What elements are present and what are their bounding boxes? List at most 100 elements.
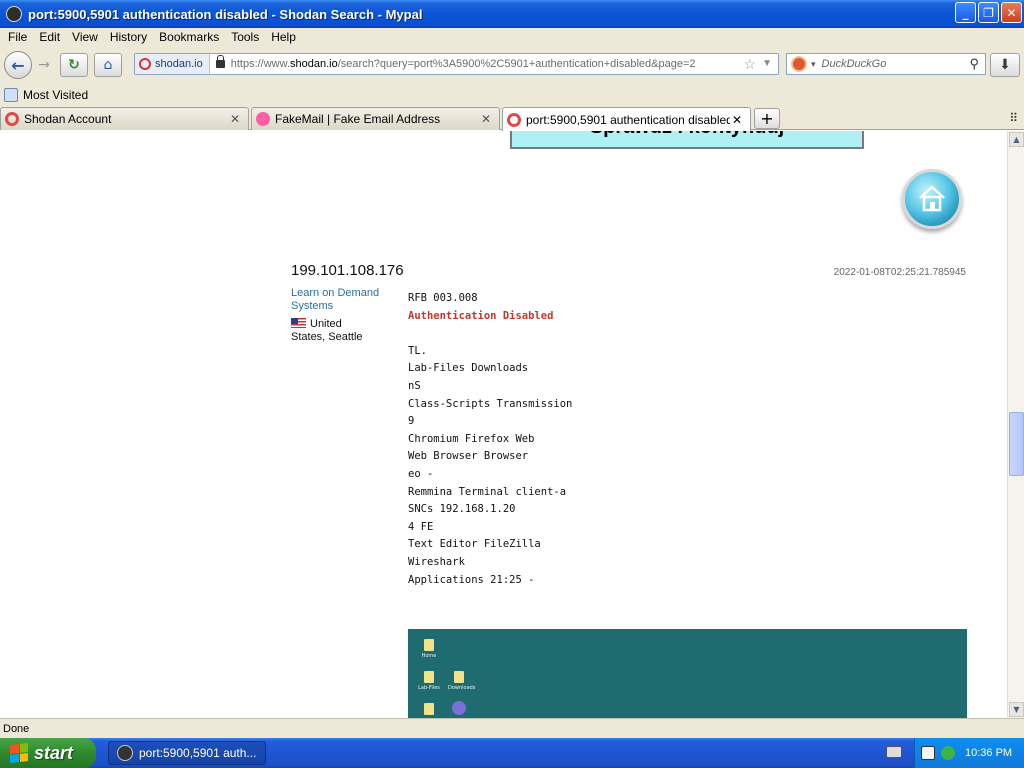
shodan-icon bbox=[5, 112, 19, 126]
tab-label: port:5900,5901 authentication disabled -… bbox=[526, 112, 730, 127]
shodan-icon bbox=[507, 112, 521, 127]
reload-icon: ↻ bbox=[68, 57, 80, 73]
browser-icon bbox=[452, 701, 466, 715]
most-visited-bookmark[interactable]: Most Visited bbox=[23, 88, 88, 102]
vertical-scrollbar[interactable]: ▲ ▼ bbox=[1007, 131, 1024, 718]
search-box[interactable]: ▾ DuckDuckGo ⚲ bbox=[786, 53, 986, 75]
ad-banner[interactable]: Sprawdź i kontynuuj bbox=[510, 131, 864, 149]
search-engine-dropdown-icon[interactable]: ▾ bbox=[811, 59, 816, 70]
menu-edit[interactable]: Edit bbox=[39, 30, 60, 44]
back-arrow-icon: ← bbox=[11, 55, 25, 75]
minimize-button[interactable]: _ bbox=[955, 2, 976, 23]
taskbar-item-mypal[interactable]: port:5900,5901 auth... bbox=[108, 741, 266, 765]
location-country-link[interactable]: United bbox=[310, 318, 342, 330]
tab-close-icon[interactable]: ✕ bbox=[228, 112, 242, 126]
result-ip-link[interactable]: 199.101.108.176 bbox=[291, 262, 404, 279]
us-flag-icon bbox=[291, 318, 306, 328]
title-bar: port:5900,5901 authentication disabled -… bbox=[0, 0, 1024, 28]
menu-file[interactable]: File bbox=[8, 30, 27, 44]
site-identity-button[interactable]: shodan.io bbox=[135, 54, 210, 74]
lock-icon bbox=[215, 55, 225, 68]
close-button[interactable]: ✕ bbox=[1001, 2, 1022, 23]
keyboard-icon[interactable] bbox=[886, 746, 902, 758]
tab-shodan-search[interactable]: port:5900,5901 authentication disabled -… bbox=[502, 107, 751, 131]
url-prefix: https://www. bbox=[230, 58, 291, 70]
window-controls: _ ❐ ✕ bbox=[955, 2, 1022, 23]
url-dropdown-icon[interactable]: ▼ bbox=[762, 58, 772, 69]
home-circle-icon[interactable] bbox=[902, 169, 962, 229]
banner-line: SNCs 192.168.1.20 bbox=[408, 503, 516, 516]
result-org-link[interactable]: Learn on Demand Systems bbox=[291, 287, 387, 313]
location-city-link[interactable]: States, Seattle bbox=[291, 331, 363, 343]
bookmark-star-icon[interactable]: ☆ bbox=[743, 56, 756, 73]
banner-line: eo - bbox=[408, 467, 434, 480]
tab-close-icon[interactable]: ✕ bbox=[730, 113, 744, 127]
url-text[interactable]: https://www.shodan.io/search?query=port%… bbox=[231, 58, 696, 70]
banner-line: Class-Scripts Transmission bbox=[408, 397, 573, 410]
system-tray: 10:36 PM bbox=[914, 738, 1024, 768]
taskbar-item-label: port:5900,5901 auth... bbox=[139, 746, 257, 760]
url-host: shodan.io bbox=[290, 58, 338, 70]
banner-line: 4 FE bbox=[408, 520, 434, 533]
tab-close-icon[interactable]: ✕ bbox=[479, 112, 493, 126]
tab-fakemail[interactable]: FakeMail | Fake Email Address ✕ bbox=[251, 107, 500, 130]
duckduckgo-icon[interactable] bbox=[791, 56, 807, 72]
tab-shodan-account[interactable]: Shodan Account ✕ bbox=[0, 107, 249, 130]
maximize-button[interactable]: ❐ bbox=[978, 2, 999, 23]
download-arrow-icon: ⬇ bbox=[999, 57, 1011, 73]
menu-bar: File Edit View History Bookmarks Tools H… bbox=[0, 28, 1024, 46]
url-path: /search?query=port%3A5900%2C5901+authent… bbox=[337, 58, 696, 70]
start-label: start bbox=[34, 742, 74, 763]
menu-bookmarks[interactable]: Bookmarks bbox=[159, 30, 219, 44]
desktop-icon-label: Downloads bbox=[448, 685, 476, 691]
search-placeholder: DuckDuckGo bbox=[821, 58, 887, 70]
banner-line: 9 bbox=[408, 415, 415, 428]
tab-label: Shodan Account bbox=[24, 112, 112, 126]
result-timestamp: 2022-01-08T02:25:21.785945 bbox=[833, 267, 966, 278]
list-all-tabs-icon[interactable]: ⠿ bbox=[1009, 111, 1018, 125]
bookmarks-toolbar: Most Visited bbox=[0, 84, 1024, 106]
menu-view[interactable]: View bbox=[72, 30, 98, 44]
result-location: United States, Seattle bbox=[291, 318, 381, 344]
plus-icon: + bbox=[760, 109, 774, 128]
window-title: port:5900,5901 authentication disabled -… bbox=[28, 6, 423, 22]
start-button[interactable]: start bbox=[0, 738, 96, 768]
back-button[interactable]: ← bbox=[4, 51, 32, 79]
fakemail-icon bbox=[256, 112, 270, 126]
vnc-screenshot[interactable]: Home Lab-Files Downloads bbox=[408, 629, 967, 718]
mypal-app-icon bbox=[6, 6, 22, 22]
desktop-icon-scripts bbox=[418, 703, 440, 717]
reload-button[interactable]: ↻ bbox=[60, 53, 88, 77]
shodan-favicon-icon bbox=[139, 58, 151, 70]
navigation-toolbar: ← → ↻ ⌂ shodan.io https://www.shodan.io/… bbox=[0, 46, 1024, 84]
folder-icon bbox=[424, 671, 434, 683]
network-icon[interactable] bbox=[941, 746, 955, 760]
banner-line: Lab-Files Downloads bbox=[408, 362, 529, 375]
desktop-icon-label: Home bbox=[421, 653, 437, 659]
home-button[interactable]: ⌂ bbox=[94, 53, 122, 77]
banner-line: TL. bbox=[408, 344, 427, 357]
scroll-up-icon[interactable]: ▲ bbox=[1009, 132, 1024, 147]
downloads-button[interactable]: ⬇ bbox=[990, 53, 1020, 77]
banner-line: Text Editor FileZilla bbox=[408, 538, 541, 551]
mypal-taskbar-icon bbox=[117, 745, 133, 761]
clock[interactable]: 10:36 PM bbox=[965, 747, 1012, 759]
search-icon[interactable]: ⚲ bbox=[969, 56, 979, 72]
menu-help[interactable]: Help bbox=[271, 30, 296, 44]
url-bar[interactable]: shodan.io https://www.shodan.io/search?q… bbox=[134, 53, 779, 75]
scroll-thumb[interactable] bbox=[1009, 412, 1024, 476]
menu-history[interactable]: History bbox=[110, 30, 147, 44]
service-banner: RFB 003.008 Authentication Disabled TL. … bbox=[408, 290, 572, 589]
forward-button[interactable]: → bbox=[34, 53, 54, 77]
menu-tools[interactable]: Tools bbox=[231, 30, 259, 44]
folder-icon bbox=[424, 639, 434, 651]
status-bar: Done bbox=[0, 718, 1024, 738]
desktop-icon-lab-files: Lab-Files bbox=[418, 671, 440, 691]
new-tab-button[interactable]: + bbox=[754, 108, 780, 129]
banner-line: RFB 003.008 bbox=[408, 292, 478, 304]
auth-disabled-label: Authentication Disabled bbox=[408, 309, 554, 322]
scroll-down-icon[interactable]: ▼ bbox=[1009, 702, 1024, 717]
identity-label: shodan.io bbox=[155, 58, 203, 70]
tray-app-icon[interactable] bbox=[921, 746, 935, 760]
banner-line: Web Browser Browser bbox=[408, 450, 529, 463]
